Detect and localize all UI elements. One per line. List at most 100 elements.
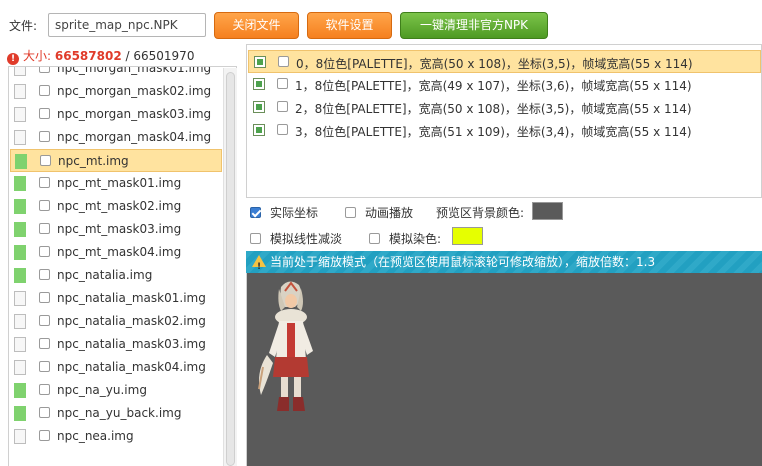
size-original: 66501970	[133, 49, 195, 63]
file-list-item[interactable]: npc_na_yu.img	[10, 379, 222, 402]
file-name: npc_nea.img	[57, 429, 134, 443]
file-list-scrollbar[interactable]	[223, 68, 237, 466]
file-name: npc_mt_mask02.img	[57, 199, 182, 213]
file-label: 文件:	[9, 19, 38, 33]
file-checkbox[interactable]	[39, 200, 50, 211]
frame-list-item[interactable]: 2，8位色[PALETTE]，宽高(50 x 108)，坐标(3,5)，帧域宽高…	[248, 96, 761, 119]
file-checkbox[interactable]	[39, 85, 50, 96]
frame-info-text: 0，8位色[PALETTE]，宽高(50 x 108)，坐标(3,5)，帧域宽高…	[296, 57, 693, 71]
warning-triangle-icon	[252, 255, 266, 278]
file-list-item[interactable]: npc_na_yu_back.img	[10, 402, 222, 425]
frame-info-text: 1，8位色[PALETTE]，宽高(49 x 107)，坐标(3,6)，帧域宽高…	[295, 79, 692, 93]
frame-checkbox[interactable]	[278, 56, 289, 67]
settings-button[interactable]: 软件设置	[307, 12, 392, 39]
file-icon-green	[15, 154, 27, 169]
file-checkbox[interactable]	[39, 407, 50, 418]
file-list-item[interactable]: npc_morgan_mask01.img	[10, 67, 222, 80]
npc-sprite-image	[258, 281, 313, 411]
dye-option[interactable]: 模拟染色:	[369, 230, 441, 247]
dye-label: 模拟染色:	[389, 232, 442, 246]
file-list-item[interactable]: npc_mt_mask03.img	[10, 218, 222, 241]
file-checkbox[interactable]	[39, 361, 50, 372]
frame-checkbox[interactable]	[277, 124, 288, 135]
linear-fade-option[interactable]: 模拟线性减淡	[250, 230, 342, 247]
clean-npk-button[interactable]: 一键清理非官方NPK	[400, 12, 548, 39]
file-name: npc_morgan_mask03.img	[57, 107, 212, 121]
file-list-item[interactable]: npc_natalia.img	[10, 264, 222, 287]
sprite-preview-area[interactable]	[246, 273, 762, 466]
file-icon	[14, 291, 26, 306]
file-name: npc_mt_mask01.img	[57, 176, 182, 190]
frame-list-item[interactable]: 3，8位色[PALETTE]，宽高(51 x 109)，坐标(3,4)，帧域宽高…	[248, 119, 761, 142]
file-name: npc_natalia.img	[57, 268, 153, 282]
image-frame-icon	[254, 56, 266, 68]
bg-color-swatch[interactable]	[532, 202, 563, 220]
size-current: 66587802	[54, 49, 122, 63]
file-checkbox[interactable]	[39, 67, 50, 73]
file-checkbox[interactable]	[39, 246, 50, 257]
frame-info-text: 2，8位色[PALETTE]，宽高(50 x 108)，坐标(3,5)，帧域宽高…	[295, 102, 692, 116]
file-list-item[interactable]: npc_natalia_mask02.img	[10, 310, 222, 333]
frame-list-item[interactable]: 1，8位色[PALETTE]，宽高(49 x 107)，坐标(3,6)，帧域宽高…	[248, 73, 761, 96]
file-checkbox[interactable]	[39, 430, 50, 441]
size-label: 大小:	[23, 49, 52, 63]
animate-option[interactable]: 动画播放	[345, 204, 413, 221]
image-frame-icon	[253, 78, 265, 90]
file-path-input[interactable]	[48, 13, 206, 37]
file-checkbox[interactable]	[39, 384, 50, 395]
file-list-item[interactable]: npc_mt_mask01.img	[10, 172, 222, 195]
image-frame-icon	[253, 124, 265, 136]
dye-color-swatch[interactable]	[452, 227, 483, 245]
file-icon	[14, 360, 26, 375]
file-checkbox[interactable]	[39, 338, 50, 349]
file-icon	[14, 84, 26, 99]
dye-checkbox[interactable]	[369, 233, 380, 244]
actual-coords-checkbox[interactable]	[250, 207, 261, 218]
actual-coords-option[interactable]: 实际坐标	[250, 204, 318, 221]
file-checkbox[interactable]	[40, 155, 51, 166]
file-list-item[interactable]: npc_morgan_mask03.img	[10, 103, 222, 126]
frame-list[interactable]: 0，8位色[PALETTE]，宽高(50 x 108)，坐标(3,5)，帧域宽高…	[246, 44, 762, 198]
file-checkbox[interactable]	[39, 269, 50, 280]
file-checkbox[interactable]	[39, 315, 50, 326]
file-name: npc_natalia_mask03.img	[57, 337, 206, 351]
file-list-item[interactable]: npc_natalia_mask01.img	[10, 287, 222, 310]
file-checkbox[interactable]	[39, 108, 50, 119]
actual-coords-label: 实际坐标	[270, 206, 319, 220]
file-list-item[interactable]: npc_natalia_mask03.img	[10, 333, 222, 356]
scrollbar-thumb[interactable]	[226, 72, 235, 466]
file-icon	[14, 314, 26, 329]
file-icon	[14, 130, 26, 145]
file-name: npc_mt.img	[58, 154, 129, 168]
file-name: npc_na_yu_back.img	[57, 406, 182, 420]
size-separator: /	[125, 49, 130, 63]
frame-checkbox[interactable]	[277, 78, 288, 89]
animate-label: 动画播放	[365, 206, 414, 220]
file-icon-green	[14, 176, 26, 191]
file-icon	[14, 67, 26, 76]
img-file-list[interactable]: npc_morgan_mask01.img npc_morgan_mask02.i…	[8, 66, 237, 466]
animate-checkbox[interactable]	[345, 207, 356, 218]
file-name: npc_mt_mask03.img	[57, 222, 182, 236]
file-list-item[interactable]: npc_morgan_mask04.img	[10, 126, 222, 149]
file-list-item[interactable]: npc_mt_mask02.img	[10, 195, 222, 218]
file-list-item[interactable]: npc_morgan_mask02.img	[10, 80, 222, 103]
file-list-item[interactable]: npc_nea.img	[10, 425, 222, 448]
image-frame-icon	[253, 101, 265, 113]
file-checkbox[interactable]	[39, 292, 50, 303]
frame-list-item[interactable]: 0，8位色[PALETTE]，宽高(50 x 108)，坐标(3,5)，帧域宽高…	[248, 50, 761, 73]
file-name: npc_mt_mask04.img	[57, 245, 182, 259]
file-checkbox[interactable]	[39, 223, 50, 234]
file-checkbox[interactable]	[39, 131, 50, 142]
bg-color-label: 预览区背景颜色:	[436, 206, 525, 220]
close-file-button[interactable]: 关闭文件	[214, 12, 299, 39]
file-list-item[interactable]: npc_mt_mask04.img	[10, 241, 222, 264]
file-list-item[interactable]: npc_mt.img	[10, 149, 222, 172]
file-checkbox[interactable]	[39, 177, 50, 188]
file-icon-green	[14, 245, 26, 260]
file-list-item[interactable]: npc_natalia_mask04.img	[10, 356, 222, 379]
file-icon-green	[14, 383, 26, 398]
frame-checkbox[interactable]	[277, 101, 288, 112]
linear-fade-checkbox[interactable]	[250, 233, 261, 244]
file-name: npc_natalia_mask04.img	[57, 360, 206, 374]
